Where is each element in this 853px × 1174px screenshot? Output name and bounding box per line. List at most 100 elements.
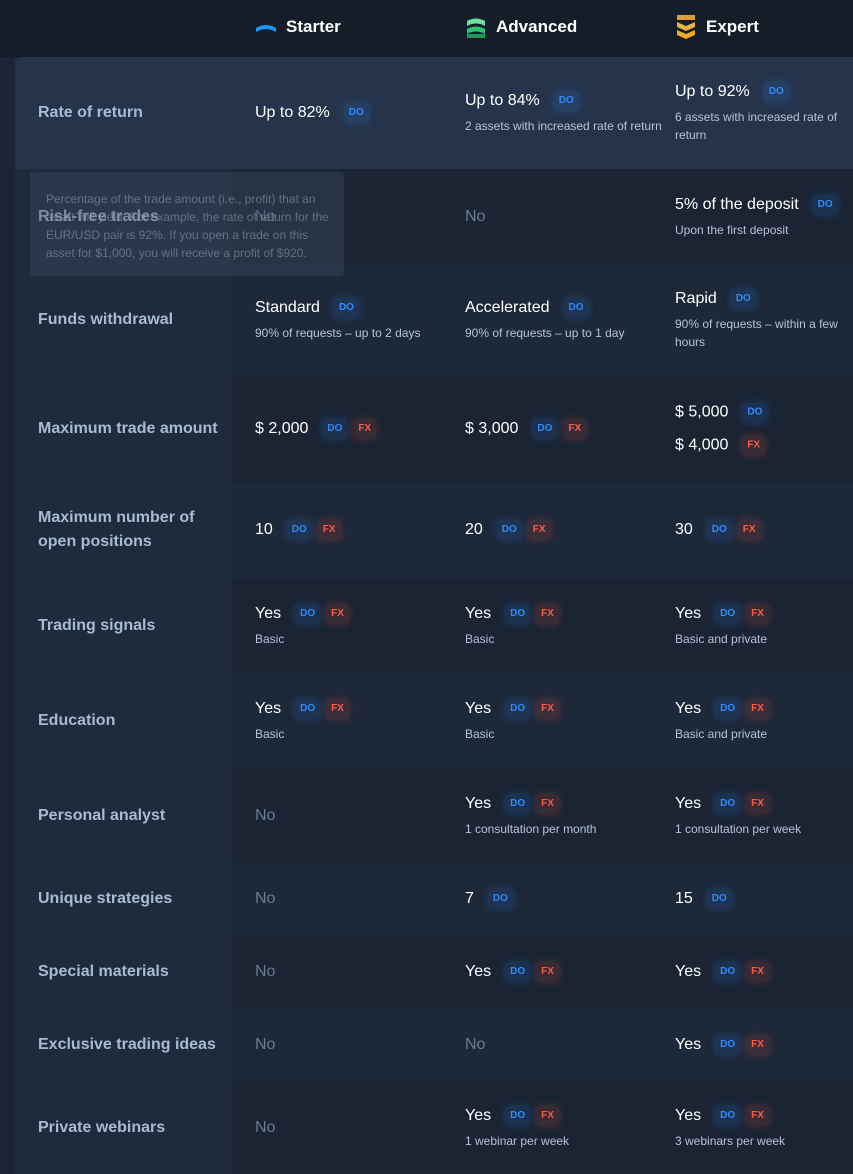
cell-note: 90% of requests – within a few hours <box>675 317 838 349</box>
plan-cell-expert: $ 5,000 DO $ 4,000 FX <box>675 402 850 456</box>
cell-value: Yes <box>675 962 702 980</box>
cell-note: Basic and private <box>675 726 768 741</box>
do-badge: DO <box>295 603 321 624</box>
cell-value-line: Rapid DO <box>675 289 850 309</box>
fx-badge: FX <box>536 793 559 814</box>
table-row: Trading signals Yes DO FX Basic Yes DO FX Basic Y… <box>15 578 853 673</box>
plan-name: Advanced <box>496 17 578 36</box>
table-row: Special materials No Yes DO FX Yes DO FX <box>15 935 853 1008</box>
cell-value: Yes <box>675 794 702 812</box>
cell-note: 2 assets with increased rate of return <box>465 119 662 133</box>
cell-note: Basic <box>465 726 495 741</box>
do-badge: DO <box>715 603 741 624</box>
cell-value-line: No <box>465 1035 665 1055</box>
cell-value: Accelerated <box>465 299 550 316</box>
expert-rank-icon <box>677 15 695 39</box>
do-badge: DO <box>333 298 359 318</box>
table-row: Unique strategies No 7 DO 15 DO <box>15 863 853 935</box>
row-label: Exclusive trading ideas <box>38 1035 216 1053</box>
table-row: Rate of return Up to 82% DO Up to 84% DO 2 as… <box>15 57 853 169</box>
cell-note: Basic <box>465 631 495 646</box>
cell-value: No <box>465 1035 486 1053</box>
cell-value: $ 5,000 <box>675 403 729 421</box>
cell-value-line: Yes DO FX <box>675 603 850 624</box>
row-label-cell: Special materials <box>15 935 232 1008</box>
do-badge: DO <box>505 793 531 814</box>
cell-note: 3 webinars per week <box>675 1133 786 1148</box>
row-label: Unique strategies <box>38 890 173 907</box>
plan-cell-starter: No <box>255 962 455 982</box>
cell-note: 1 webinar per week <box>465 1133 570 1148</box>
plan-cell-advanced: 20 DO FX <box>465 520 665 540</box>
cell-value: No <box>255 1035 276 1053</box>
cell-value-line: $ 2,000 DO FX <box>255 419 455 439</box>
cell-value-line: Yes DO FX <box>675 961 850 982</box>
cell-value: Yes <box>465 794 492 812</box>
table-row: Private webinars No Yes DO FX 1 webinar per w… <box>15 1081 853 1174</box>
cell-value: No <box>255 962 276 980</box>
row-label: Personal analyst <box>38 806 166 824</box>
plans-header: Starter Advanced Expert <box>0 0 853 57</box>
cell-value-line: No <box>255 889 455 909</box>
advanced-rank-icon <box>467 18 485 38</box>
row-label: Funds withdrawal <box>38 311 174 328</box>
fx-badge: FX <box>746 603 769 624</box>
cell-value-line: Yes DO FX <box>465 698 665 719</box>
fx-badge: FX <box>536 698 559 719</box>
plan-cell-advanced: 7 DO <box>465 889 665 909</box>
table-row: Funds withdrawal Standard DO 90% of request… <box>15 264 853 376</box>
cell-note: Basic and private <box>675 631 768 646</box>
fx-badge: FX <box>317 520 341 540</box>
cell-value: 20 <box>465 521 483 538</box>
cell-value: 15 <box>675 890 693 907</box>
plan-cell-expert: 15 DO <box>675 889 850 909</box>
fx-badge: FX <box>742 435 766 456</box>
plan-name: Expert <box>706 17 759 36</box>
do-badge: DO <box>715 1105 741 1126</box>
row-label-cell: Education <box>15 673 232 768</box>
row-label-cell: Maximum number of open positions <box>15 482 232 578</box>
cell-value-line: 7 DO <box>465 889 665 909</box>
cell-value-line: Up to 92% DO <box>675 82 850 102</box>
plan-name: Starter <box>286 17 341 36</box>
table-row: Personal analyst No Yes DO FX 1 consultation … <box>15 768 853 863</box>
row-label-cell: Exclusive trading ideas <box>15 1008 232 1081</box>
cell-value-line: $ 4,000 FX <box>675 435 850 456</box>
plan-cell-starter: $ 2,000 DO FX <box>255 419 455 439</box>
cell-value-line: Yes DO FX <box>675 1034 850 1055</box>
cell-value-line: No <box>255 1035 455 1055</box>
plan-cell-starter: No <box>255 889 455 909</box>
cell-note: Upon the first deposit <box>675 222 789 237</box>
plan-cell-starter: Yes DO FX Basic <box>255 698 455 743</box>
fx-badge: FX <box>536 603 559 624</box>
plan-header-expert[interactable]: Expert <box>674 0 759 54</box>
do-badge: DO <box>286 520 312 540</box>
plan-cell-starter: Yes DO FX Basic <box>255 603 455 648</box>
plan-header-advanced[interactable]: Advanced <box>464 0 577 54</box>
plan-cell-advanced: Yes DO FX Basic <box>465 698 665 743</box>
table-row: Education Yes DO FX Basic Yes DO FX Basic Yes DO FX… <box>15 673 853 768</box>
plan-cell-advanced: $ 3,000 DO FX <box>465 419 665 439</box>
do-badge: DO <box>532 419 558 439</box>
cell-value: Yes <box>675 604 702 622</box>
row-label: Rate of return <box>38 104 143 121</box>
comparison-table: Starter Advanced Expert Rate of return Up… <box>0 0 853 1174</box>
plan-header-starter[interactable]: Starter <box>254 0 341 54</box>
cell-value: No <box>255 890 276 907</box>
plan-cell-starter: Up to 82% DO <box>255 103 455 123</box>
cell-value: Yes <box>675 1106 702 1124</box>
table-row: Exclusive trading ideas No No Yes DO FX <box>15 1008 853 1081</box>
cell-value-line: 30 DO FX <box>675 520 850 540</box>
fx-badge: FX <box>527 520 551 540</box>
fx-badge: FX <box>536 1105 559 1126</box>
cell-value: $ 2,000 <box>255 420 309 437</box>
plan-cell-expert: 30 DO FX <box>675 520 850 540</box>
do-badge: DO <box>505 603 531 624</box>
cell-value: Yes <box>465 1106 492 1124</box>
fx-badge: FX <box>746 698 769 719</box>
cell-value: Yes <box>675 699 702 717</box>
row-label: Special materials <box>38 962 169 980</box>
plan-cell-expert: Rapid DO 90% of requests – within a few ho… <box>675 289 850 351</box>
cell-value-line: Up to 84% DO <box>465 91 665 111</box>
plan-cell-advanced: Yes DO FX 1 consultation per month <box>465 793 665 838</box>
